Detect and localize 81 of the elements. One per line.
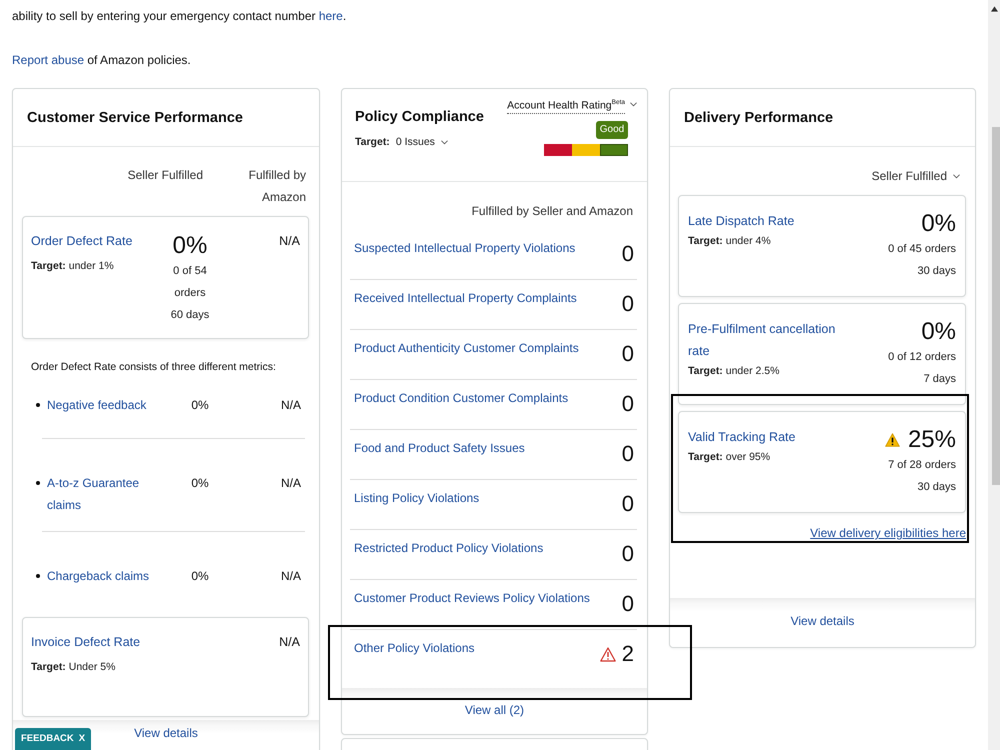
column-header: Fulfilled by Amazon xyxy=(248,167,306,206)
card-title: Delivery Performance xyxy=(684,108,834,128)
policy-link[interactable]: Restricted Product Policy Violations xyxy=(354,530,544,555)
metric-value: 0% xyxy=(190,475,210,492)
metric-value: 0% xyxy=(190,568,210,585)
metric-value: N/A xyxy=(280,568,301,585)
chevron-down-icon xyxy=(440,140,448,144)
policy-link[interactable]: Food and Product Safety Issues xyxy=(354,430,525,455)
bullet-icon xyxy=(36,403,40,407)
violation-count: 2 xyxy=(622,642,634,666)
order-count: 0 of 12 orders xyxy=(888,350,956,365)
metrics-intro-text: Order Defect Rate consists of three different metrics: xyxy=(31,360,277,374)
policy-link[interactable]: Other Policy Violations xyxy=(354,630,475,655)
metric-value: 0% xyxy=(172,232,208,260)
close-button[interactable]: X xyxy=(78,733,86,745)
metric-link[interactable]: Invoice Defect Rate xyxy=(31,633,160,651)
target-text: Target: Under 5% xyxy=(31,660,116,675)
metric-value: 0% xyxy=(190,397,210,414)
violation-count: 0 xyxy=(622,242,634,266)
feedback-button[interactable]: FEEDBACK xyxy=(21,733,74,745)
metric-value: N/A xyxy=(279,234,300,248)
report-abuse-link[interactable]: Report abuse xyxy=(12,53,84,67)
metric-value: N/A xyxy=(280,475,301,492)
column-header: Seller Fulfilled xyxy=(128,167,203,184)
target-text: Target: under 4% xyxy=(688,234,772,249)
target-text: Target: under 1% xyxy=(31,259,115,274)
policy-link[interactable]: Listing Policy Violations xyxy=(354,480,480,505)
chevron-down-icon xyxy=(630,102,637,108)
period-text: 30 days xyxy=(917,264,956,279)
metric-link[interactable]: A-to-z Guarantee claims xyxy=(47,472,157,516)
violation-count: 0 xyxy=(622,542,634,566)
metric-link[interactable]: Pre-Fulfilment cancellation rate xyxy=(688,318,838,362)
target-text: Target: over 95% xyxy=(688,450,772,465)
period-text: 7 days xyxy=(924,372,956,387)
policy-link[interactable]: Product Authenticity Customer Complaints xyxy=(354,330,579,355)
card-title: Customer Service Performance xyxy=(27,108,243,128)
bullet-icon xyxy=(36,574,40,578)
card-title: Policy Compliance xyxy=(355,108,484,127)
metric-link[interactable]: Chargeback claims xyxy=(47,565,157,587)
metric-value: 0% xyxy=(921,210,956,238)
filter-dropdown[interactable]: Seller Fulfilled xyxy=(872,169,960,183)
delivery-eligibilities-link[interactable]: View delivery eligibilities here xyxy=(810,526,966,540)
metric-link[interactable]: Late Dispatch Rate xyxy=(688,210,838,232)
order-count: 7 of 28 orders xyxy=(888,458,956,473)
account-health-rating-dropdown[interactable]: Account Health Rating$^{Beta}$ xyxy=(507,96,637,114)
violation-count: 0 xyxy=(622,292,634,316)
metric-value: 0% xyxy=(921,318,956,346)
bullet-icon xyxy=(36,481,40,485)
report-abuse-text: Report abuse of Amazon policies. xyxy=(12,52,192,68)
metric-value: N/A xyxy=(279,635,300,649)
policy-link[interactable]: Product Condition Customer Complaints xyxy=(354,380,568,405)
period-text: 30 days xyxy=(917,480,956,495)
metric-link[interactable]: Negative feedback xyxy=(47,394,157,416)
violation-count: 0 xyxy=(622,392,634,416)
violation-count: 0 xyxy=(622,342,634,366)
view-details-link[interactable]: View details xyxy=(134,726,198,740)
scrollbar[interactable] xyxy=(988,0,1000,750)
violation-count: 0 xyxy=(622,492,634,516)
metric-link[interactable]: Order Defect Rate xyxy=(31,232,160,250)
policy-link[interactable]: Received Intellectual Property Complaints xyxy=(354,280,577,305)
order-count: 0 of 54 orders xyxy=(172,264,208,301)
chevron-down-icon xyxy=(953,174,960,178)
here-link[interactable]: here xyxy=(318,9,343,23)
order-count: 0 of 45 orders xyxy=(888,242,956,257)
metric-link[interactable]: Valid Tracking Rate xyxy=(688,426,838,448)
target-text: Target: under 2.5% xyxy=(688,364,780,379)
scrollbar-thumb[interactable] xyxy=(992,127,1000,485)
metric-value: 25% xyxy=(908,426,956,454)
metric-value: N/A xyxy=(280,397,301,414)
policy-link[interactable]: Customer Product Reviews Policy Violations xyxy=(354,580,590,605)
rating-badge: Good xyxy=(596,120,628,138)
view-details-link[interactable]: View details xyxy=(790,614,854,628)
column-header: Fulfilled by Seller and Amazon xyxy=(470,204,634,218)
target-dropdown[interactable]: Target: 0 Issues xyxy=(355,135,484,149)
view-all-link[interactable]: View all (2) xyxy=(464,703,524,717)
violation-count: 0 xyxy=(622,592,634,616)
notice-text: ability to sell by entering your emergency contact number here. xyxy=(12,8,348,24)
scroll-up-arrow-icon[interactable] xyxy=(990,6,998,12)
period-text: 60 days xyxy=(170,308,210,323)
policy-link[interactable]: Suspected Intellectual Property Violations xyxy=(354,230,576,255)
violation-count: 0 xyxy=(622,442,634,466)
